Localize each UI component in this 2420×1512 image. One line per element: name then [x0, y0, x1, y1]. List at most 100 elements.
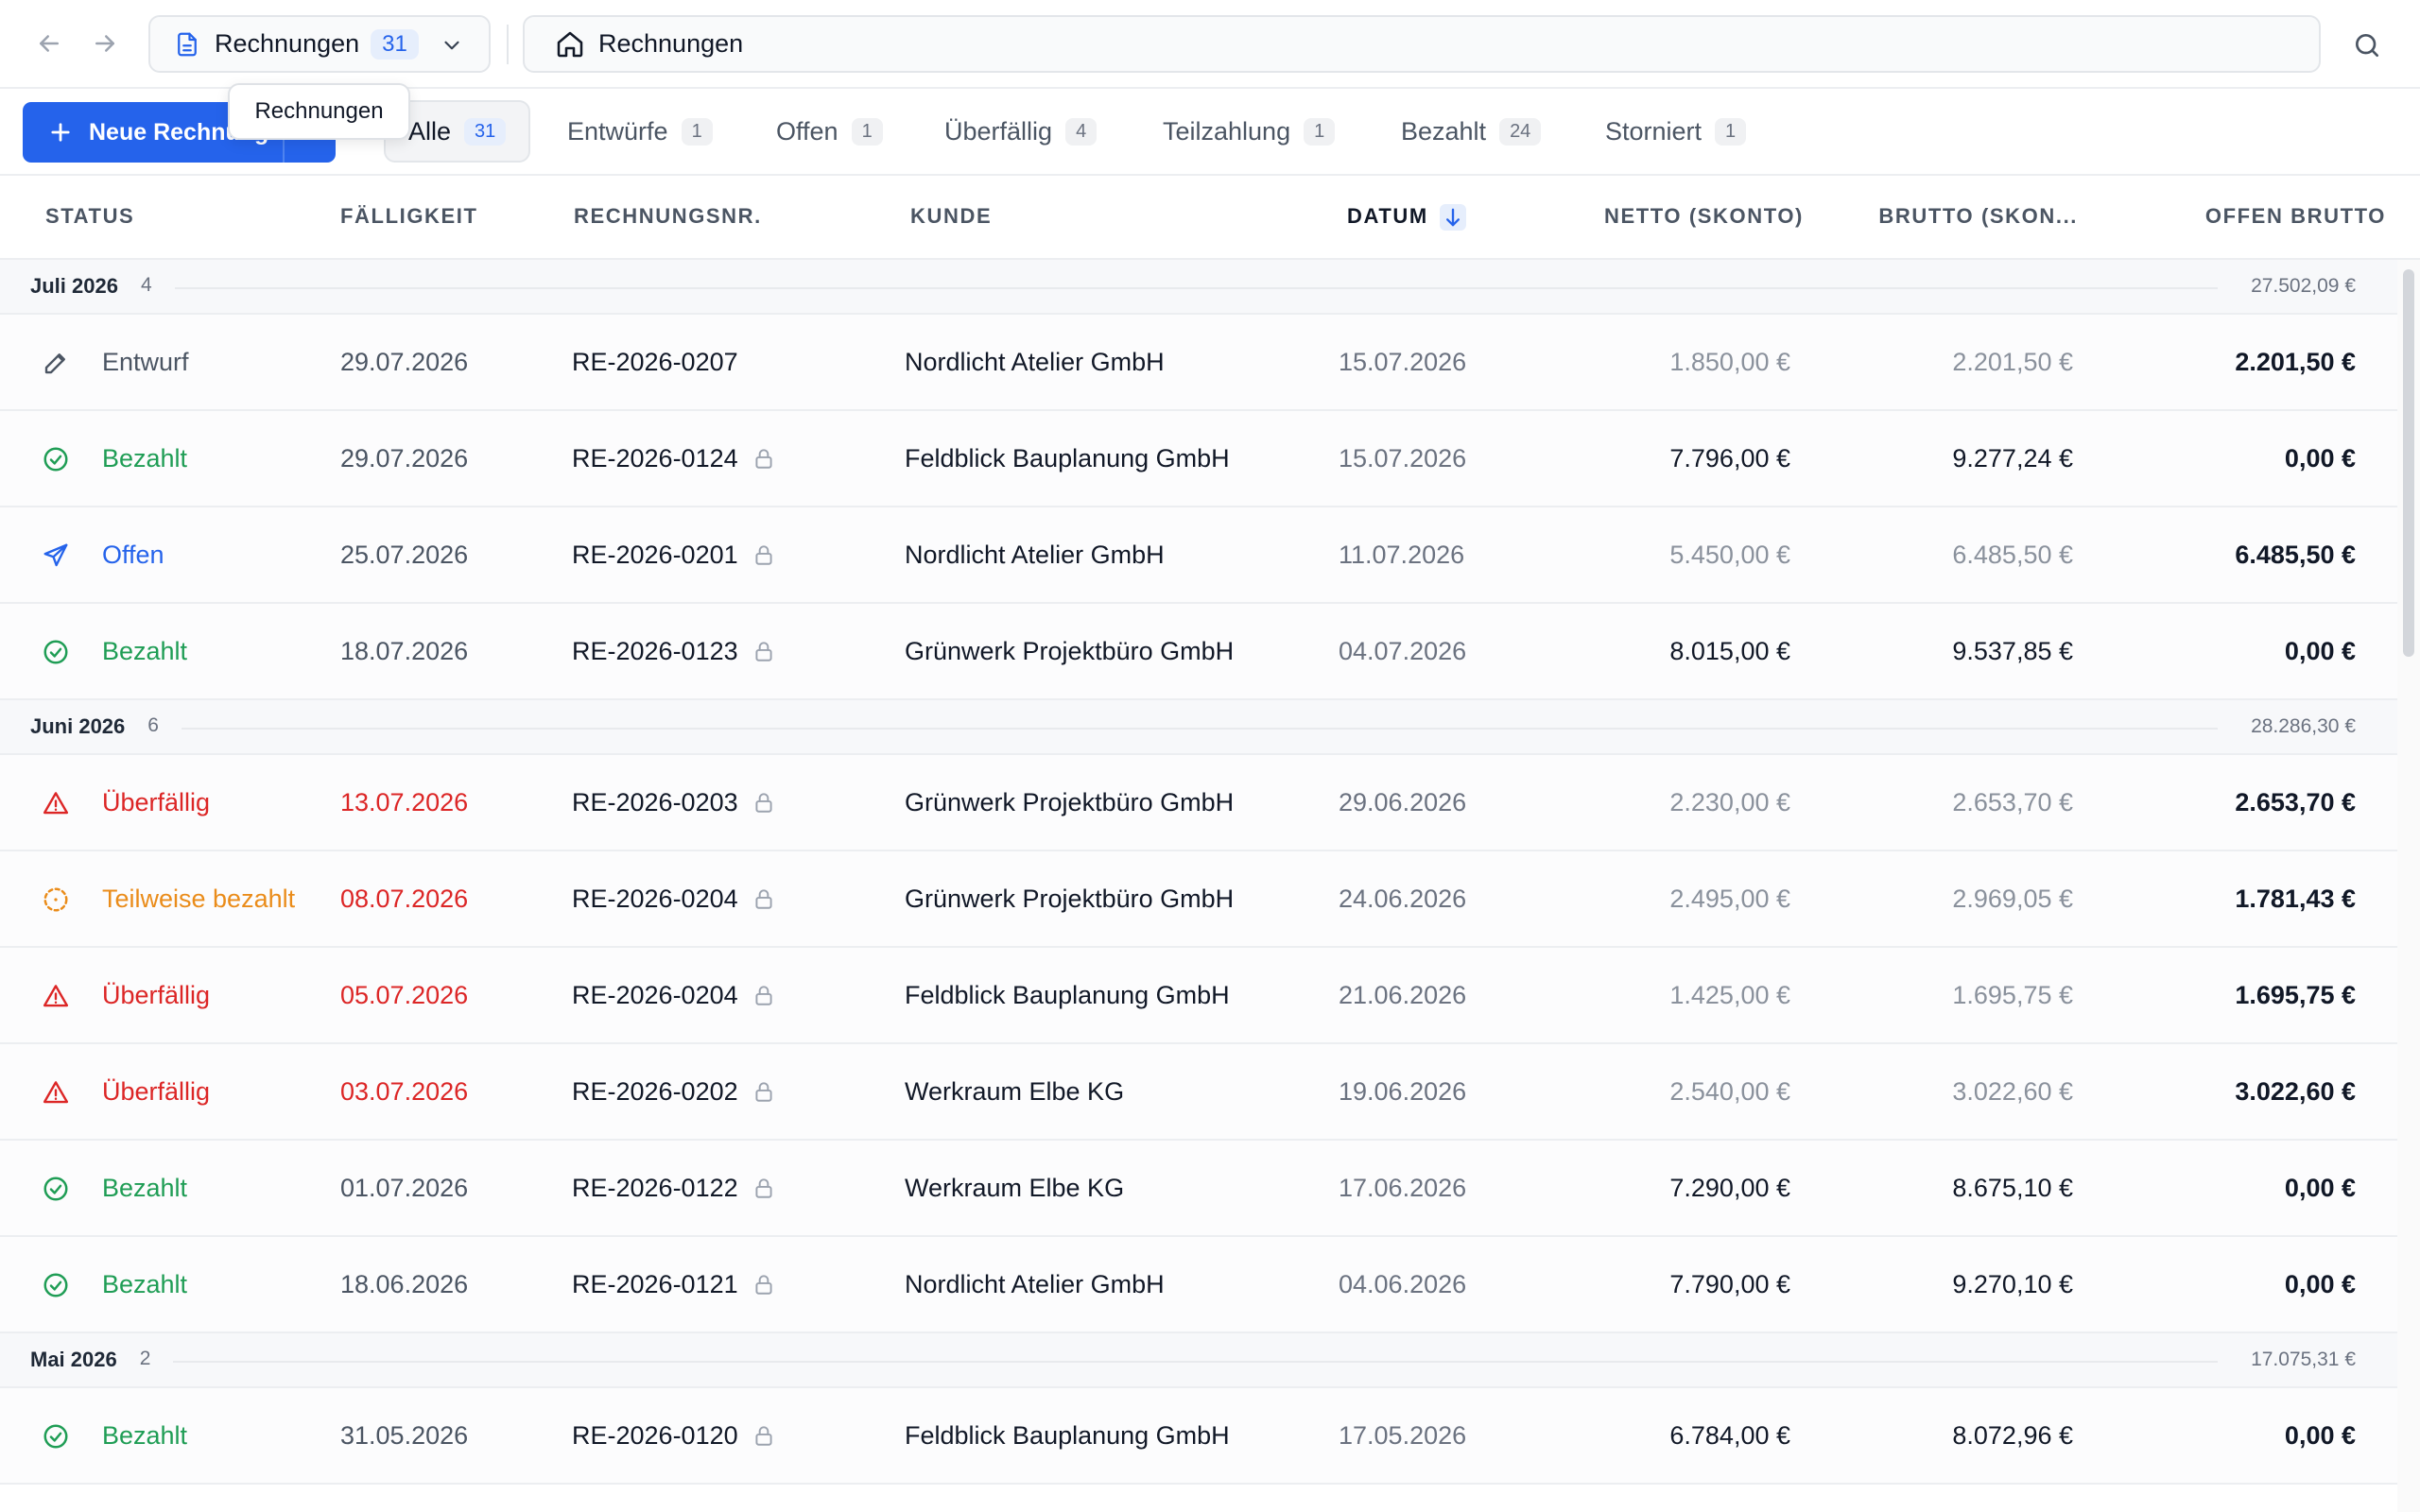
due-date: 01.07.2026 — [340, 1174, 469, 1202]
net-amount: 2.230,00 € — [1669, 788, 1790, 816]
status-label: Bezahlt — [102, 637, 188, 665]
tab-teilzahlung[interactable]: Teilzahlung 1 — [1140, 100, 1357, 163]
gross-amount: 2.653,70 € — [1952, 788, 2073, 816]
status-label: Überfällig — [102, 981, 211, 1009]
net-amount: 7.796,00 € — [1669, 444, 1790, 472]
group-header[interactable]: Juli 2026 4 27.502,09 € — [0, 260, 2397, 315]
invoice-number: RE-2026-0201 — [572, 541, 738, 569]
tooltip: Rechnungen — [228, 83, 410, 140]
check-circle-icon — [42, 445, 70, 473]
open-gross-amount: 3.022,60 € — [2235, 1077, 2356, 1106]
due-date: 31.05.2026 — [340, 1421, 469, 1450]
column-header-due[interactable]: FÄLLIGKEIT — [340, 204, 478, 229]
column-header-date[interactable]: DATUM — [1347, 204, 1466, 232]
lock-icon — [752, 1176, 776, 1200]
lock-icon — [752, 1423, 776, 1448]
back-button[interactable] — [30, 25, 68, 62]
arrow-left-icon — [40, 35, 59, 52]
table-row[interactable]: Teilweise bezahlt 08.07.2026 RE-2026-0204 G… — [0, 851, 2397, 948]
due-date: 05.07.2026 — [340, 981, 469, 1009]
column-header-open-gross[interactable]: OFFEN BRUTTO — [2205, 204, 2386, 229]
dashed-circle-icon — [42, 885, 70, 914]
breadcrumb[interactable]: Rechnungen — [523, 15, 2321, 73]
invoice-date: 29.06.2026 — [1339, 788, 1467, 816]
table-row[interactable]: Entwurf 29.07.2026 RE-2026-0207 Nordlicht A… — [0, 315, 2397, 411]
gross-amount: 8.072,96 € — [1952, 1421, 2073, 1450]
invoice-date: 04.06.2026 — [1339, 1270, 1467, 1298]
invoice-date: 17.06.2026 — [1339, 1174, 1467, 1202]
status-label: Bezahlt — [102, 1421, 188, 1450]
invoice-date: 24.06.2026 — [1339, 885, 1467, 913]
tab-bezahlt[interactable]: Bezahlt 24 — [1378, 100, 1564, 163]
invoice-number: RE-2026-0204 — [572, 885, 738, 913]
lock-icon — [752, 1272, 776, 1297]
column-header-brutto[interactable]: BRUTTO (SKON... — [1878, 204, 2078, 229]
table-row[interactable]: Überfällig 13.07.2026 RE-2026-0203 Grünwerk… — [0, 755, 2397, 851]
tab-storniert[interactable]: Storniert 1 — [1582, 100, 1769, 163]
invoice-date: 17.05.2026 — [1339, 1421, 1467, 1450]
forward-button[interactable] — [86, 25, 124, 62]
group-divider — [173, 1361, 2218, 1363]
tab-label: Entwürfe — [567, 116, 668, 146]
invoice-number: RE-2026-0124 — [572, 444, 738, 472]
chevron-down-icon — [444, 41, 459, 50]
customer-name: Grünwerk Projektbüro GmbH — [905, 788, 1235, 816]
column-header-netto[interactable]: NETTO (SKONTO) — [1604, 204, 1804, 229]
document-icon — [178, 32, 197, 56]
invoice-table: Juli 2026 4 27.502,09 € Entwurf 29.07.2026 RE… — [0, 260, 2397, 1512]
invoice-number: RE-2026-0120 — [572, 1421, 738, 1450]
scrollbar-thumb[interactable] — [2403, 269, 2414, 657]
group-title: Juni 2026 — [30, 714, 126, 738]
group-header[interactable]: Mai 2026 2 17.075,31 € — [0, 1333, 2397, 1388]
column-header-status[interactable]: STATUS — [45, 204, 134, 229]
search-button[interactable] — [2346, 25, 2388, 66]
customer-name: Grünwerk Projektbüro GmbH — [905, 637, 1235, 665]
sort-descending-icon — [1439, 204, 1466, 232]
home-icon — [557, 31, 583, 57]
customer-name: Feldblick Bauplanung GmbH — [905, 981, 1230, 1009]
table-row[interactable]: Bezahlt 01.07.2026 RE-2026-0122 Werkraum El… — [0, 1141, 2397, 1237]
customer-name: Nordlicht Atelier GmbH — [905, 541, 1165, 569]
tab-entwuerfe[interactable]: Entwürfe 1 — [544, 100, 735, 163]
warning-triangle-icon — [42, 789, 70, 817]
status-label: Bezahlt — [102, 444, 188, 472]
open-gross-amount: 0,00 € — [2284, 1270, 2356, 1298]
table-row[interactable]: Offen 25.07.2026 RE-2026-0201 Nordlicht Ate… — [0, 507, 2397, 604]
top-bar: Rechnungen 31 Rechnungen — [0, 0, 2420, 89]
tab-count-badge: 1 — [851, 117, 883, 146]
search-icon — [2356, 34, 2378, 57]
group-header[interactable]: Juni 2026 6 28.286,30 € — [0, 700, 2397, 755]
tab-count-badge: 4 — [1065, 117, 1098, 146]
column-header-customer[interactable]: KUNDE — [910, 204, 992, 229]
net-amount: 2.540,00 € — [1669, 1077, 1790, 1106]
status-label: Überfällig — [102, 788, 211, 816]
column-header-invoice-number[interactable]: RECHNUNGSNR. — [574, 204, 762, 229]
customer-name: Werkraum Elbe KG — [905, 1077, 1125, 1106]
document-type-label: Rechnungen — [215, 29, 360, 58]
document-type-switcher[interactable]: Rechnungen 31 — [148, 15, 491, 73]
table-row[interactable]: Bezahlt 29.07.2026 RE-2026-0124 Feldblick B… — [0, 411, 2397, 507]
group-count: 4 — [140, 274, 152, 296]
tab-offen[interactable]: Offen 1 — [753, 100, 906, 163]
lock-icon — [752, 446, 776, 471]
invoice-date: 21.06.2026 — [1339, 981, 1467, 1009]
invoice-date: 15.07.2026 — [1339, 444, 1467, 472]
table-row[interactable]: Überfällig 03.07.2026 RE-2026-0202 Werkraum… — [0, 1044, 2397, 1141]
tab-count-badge: 1 — [1304, 117, 1336, 146]
gross-amount: 2.201,50 € — [1952, 348, 2073, 376]
status-label: Offen — [102, 541, 164, 569]
tab-ueberfaellig[interactable]: Überfällig 4 — [922, 100, 1119, 163]
group-title: Juli 2026 — [30, 274, 118, 298]
open-gross-amount: 2.201,50 € — [2235, 348, 2356, 376]
table-row[interactable]: Bezahlt 31.05.2026 RE-2026-0120 Feldblick B… — [0, 1388, 2397, 1485]
lock-icon — [752, 639, 776, 663]
scrollbar[interactable] — [2397, 260, 2420, 1512]
document-count-badge: 31 — [371, 28, 419, 60]
table-row[interactable]: Überfällig 05.07.2026 RE-2026-0204 Feldblic… — [0, 948, 2397, 1044]
invoice-date: 19.06.2026 — [1339, 1077, 1467, 1106]
table-row[interactable]: Bezahlt 18.07.2026 RE-2026-0123 Grünwerk Pr… — [0, 604, 2397, 700]
invoice-number: RE-2026-0207 — [572, 348, 738, 376]
status-label: Überfällig — [102, 1077, 211, 1106]
invoice-number: RE-2026-0202 — [572, 1077, 738, 1106]
table-row[interactable]: Bezahlt 18.06.2026 RE-2026-0121 Nordlicht A… — [0, 1237, 2397, 1333]
